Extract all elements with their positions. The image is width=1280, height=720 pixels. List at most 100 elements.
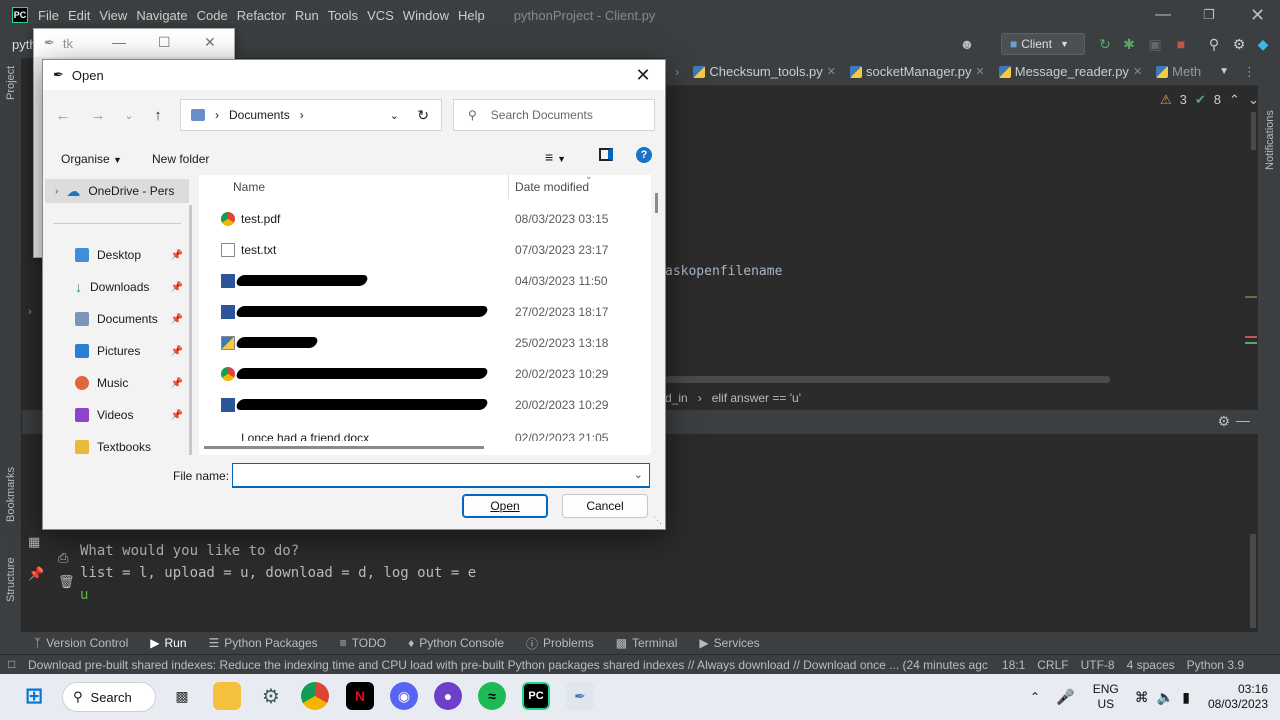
github-desktop-icon[interactable]: ● xyxy=(434,682,462,710)
expand-chevron-icon[interactable]: › xyxy=(28,306,32,318)
gear-icon[interactable]: ⚙ xyxy=(1230,35,1248,53)
chevron-down-icon[interactable]: ⌄ xyxy=(634,468,643,481)
chevron-up-icon[interactable]: ⌃ xyxy=(1229,92,1240,108)
caret-position[interactable]: 18:1 xyxy=(1002,658,1025,672)
resize-grip-icon[interactable]: ⋱ xyxy=(653,515,662,526)
open-button[interactable]: Open xyxy=(462,494,548,518)
search-icon[interactable]: ⚲ xyxy=(1205,35,1223,53)
project-tool-tab[interactable]: Project xyxy=(5,66,17,100)
wifi-icon[interactable]: ⌘ xyxy=(1135,689,1149,706)
editor-vertical-scrollbar[interactable] xyxy=(1251,112,1256,150)
menu-run[interactable]: Run xyxy=(295,8,319,23)
breadcrumb-item[interactable]: elif answer == 'u' xyxy=(712,391,801,405)
sidebar-item-onedrive[interactable]: › ☁ OneDrive - Pers xyxy=(45,179,189,203)
preview-pane-icon[interactable] xyxy=(599,148,613,161)
tab-socket-manager[interactable]: socketManager.py ✕ xyxy=(850,64,985,79)
inspection-widget[interactable]: ⚠ 3 ✔ 8 ⌃ ⌄ xyxy=(1160,92,1259,108)
file-list-horizontal-scrollbar[interactable] xyxy=(204,446,484,449)
spotify-icon[interactable]: ≈ xyxy=(478,682,506,710)
run-console[interactable]: What would you like to do? list = l, upl… xyxy=(80,540,476,606)
new-folder-button[interactable]: New folder xyxy=(152,152,209,166)
file-row[interactable]: 20/02/2023 10:29 xyxy=(199,359,651,390)
tab-python-packages[interactable]: ☰ Python Packages xyxy=(209,636,318,650)
tab-message-reader[interactable]: Message_reader.py ✕ xyxy=(998,64,1142,79)
more-icon[interactable]: ⋮ xyxy=(1243,64,1256,80)
chevron-down-icon[interactable]: ⌄ xyxy=(1248,92,1259,108)
tab-terminal[interactable]: ▩ Terminal xyxy=(616,636,678,650)
file-name-input[interactable] xyxy=(236,464,626,485)
tab-overflow-chevron-icon[interactable]: › xyxy=(675,64,679,79)
forward-arrow-icon[interactable]: → xyxy=(88,106,108,126)
file-list-vertical-scrollbar[interactable] xyxy=(655,193,658,213)
battery-icon[interactable]: ▮ xyxy=(1182,689,1190,706)
event-log-icon[interactable]: □ xyxy=(8,657,15,671)
tab-todo[interactable]: ≡ TODO xyxy=(340,636,386,650)
sidebar-item-desktop[interactable]: Desktop 📌 xyxy=(75,245,187,265)
close-tab-icon[interactable]: ✕ xyxy=(976,65,985,78)
tab-version-control[interactable]: ᛉ Version Control xyxy=(34,636,128,650)
volume-icon[interactable]: 🔈 xyxy=(1157,689,1174,706)
maximize-icon[interactable]: ☐ xyxy=(158,34,171,51)
sidebar-item-videos[interactable]: Videos 📌 xyxy=(75,405,187,425)
menu-file[interactable]: File xyxy=(38,8,59,23)
delete-icon[interactable]: 🗑 xyxy=(58,574,75,590)
close-icon[interactable]: ✕ xyxy=(204,34,216,51)
close-tab-icon[interactable]: ✕ xyxy=(827,65,836,78)
minimize-icon[interactable]: — xyxy=(1155,0,1171,30)
clock[interactable]: 03:16 08/03/2023 xyxy=(1208,682,1268,712)
indent-setting[interactable]: 4 spaces xyxy=(1127,658,1175,672)
console-scrollbar[interactable] xyxy=(1250,534,1256,628)
run-config-selector[interactable]: ■ Client ▼ xyxy=(1001,33,1085,55)
up-arrow-icon[interactable]: ↑ xyxy=(148,106,168,126)
back-arrow-icon[interactable]: ← xyxy=(53,106,73,126)
debug-icon[interactable]: ✱ xyxy=(1120,35,1138,53)
notifications-tool-tab[interactable]: Notifications xyxy=(1264,110,1276,170)
microphone-icon[interactable]: 🎤 xyxy=(1056,688,1075,706)
restore-icon[interactable]: ❐ xyxy=(1203,0,1215,30)
address-bar[interactable]: › Documents › ⌄ ↻ xyxy=(180,99,442,131)
editor-horizontal-scrollbar[interactable] xyxy=(665,376,1110,383)
sidebar-item-downloads[interactable]: ↓ Downloads 📌 xyxy=(75,277,187,297)
tabs-dropdown-icon[interactable]: ▼ xyxy=(1219,66,1229,77)
file-row[interactable]: test.txt 07/03/2023 23:17 xyxy=(199,235,651,266)
chrome-icon[interactable] xyxy=(301,682,329,710)
file-row[interactable]: 04/03/2023 11:50 xyxy=(199,266,651,297)
python-tk-icon[interactable]: ✒ xyxy=(566,682,594,710)
discord-icon[interactable]: ◉ xyxy=(390,682,418,710)
taskbar-search[interactable]: ⚲ Search xyxy=(62,682,156,712)
refresh-icon[interactable]: ↻ xyxy=(417,107,429,124)
minimize-icon[interactable]: — xyxy=(112,34,126,50)
layout-icon[interactable]: ▦ xyxy=(28,534,40,550)
tab-meth[interactable]: Meth xyxy=(1156,64,1201,79)
close-icon[interactable]: ✕ xyxy=(629,63,657,87)
bookmarks-tool-tab[interactable]: Bookmarks xyxy=(5,467,17,522)
organise-button[interactable]: Organise ▼ xyxy=(61,152,122,166)
sidebar-item-music[interactable]: Music 📌 xyxy=(75,373,187,393)
tab-problems[interactable]: ⓘ Problems xyxy=(526,635,594,652)
menu-edit[interactable]: Edit xyxy=(68,8,90,23)
menu-window[interactable]: Window xyxy=(403,8,449,23)
menu-vcs[interactable]: VCS xyxy=(367,8,394,23)
file-row[interactable]: 27/02/2023 18:17 xyxy=(199,297,651,328)
view-options-icon[interactable]: ≡ ▼ xyxy=(545,149,566,165)
user-icon[interactable]: ☻ xyxy=(958,35,976,53)
file-row[interactable]: test.pdf 08/03/2023 03:15 xyxy=(199,204,651,235)
code-with-me-icon[interactable]: ◆ xyxy=(1254,35,1272,53)
menu-navigate[interactable]: Navigate xyxy=(136,8,187,23)
rerun-icon[interactable]: ↻ xyxy=(1096,35,1114,53)
sidebar-item-pictures[interactable]: Pictures 📌 xyxy=(75,341,187,361)
tab-run[interactable]: ▶ Run xyxy=(150,636,186,650)
file-explorer-icon[interactable] xyxy=(213,682,241,710)
search-documents-input[interactable]: ⚲ Search Documents xyxy=(453,99,655,131)
sidebar-item-documents[interactable]: Documents 📌 xyxy=(75,309,187,329)
file-row[interactable]: I once had a friend.docx 02/02/2023 21:0… xyxy=(199,421,651,441)
cancel-button[interactable]: Cancel xyxy=(562,494,648,518)
line-separator[interactable]: CRLF xyxy=(1037,658,1068,672)
gear-icon[interactable]: ⚙ xyxy=(1217,413,1230,430)
sidebar-item-textbooks[interactable]: Textbooks xyxy=(75,437,187,457)
structure-tool-tab[interactable]: Structure xyxy=(5,557,17,602)
tab-checksum-tools[interactable]: Checksum_tools.py ✕ xyxy=(693,64,836,79)
help-icon[interactable]: ? xyxy=(636,147,652,163)
menu-code[interactable]: Code xyxy=(197,8,228,23)
menu-tools[interactable]: Tools xyxy=(328,8,358,23)
